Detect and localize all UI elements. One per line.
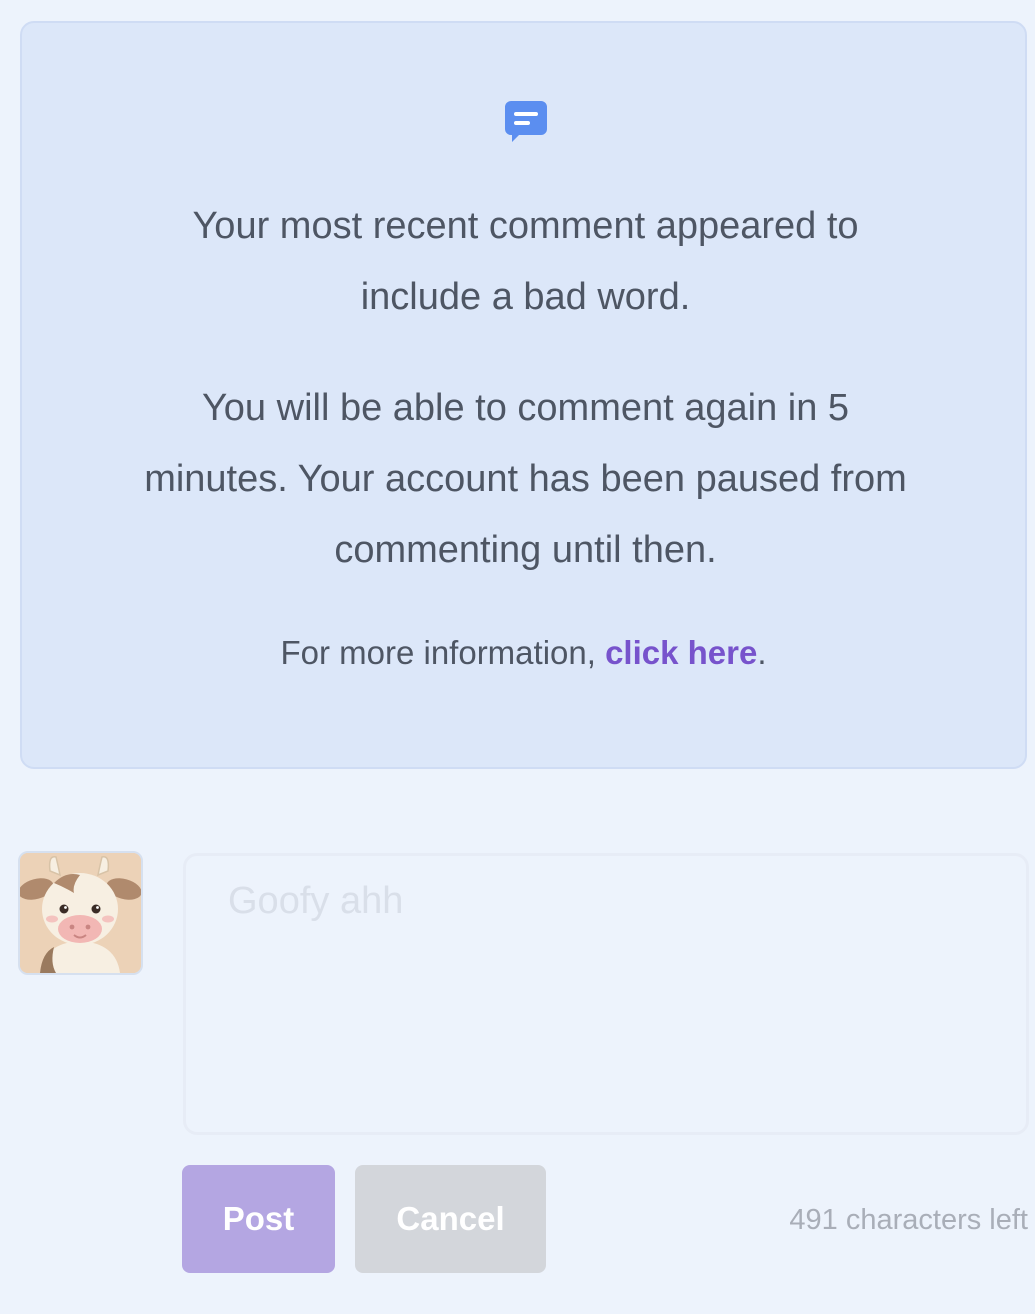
- notice-info-suffix: .: [757, 634, 767, 671]
- more-info-link[interactable]: click here: [605, 634, 757, 671]
- characters-left-counter: 491 characters left: [789, 1204, 1028, 1236]
- notice-info-prefix: For more information,: [280, 634, 606, 671]
- message-icon: [505, 101, 547, 143]
- cancel-button[interactable]: Cancel: [355, 1165, 546, 1273]
- notice-pause-message: You will be able to comment again in 5 m…: [144, 387, 907, 571]
- cow-avatar-icon: [20, 853, 141, 973]
- comment-input[interactable]: [183, 853, 1029, 1135]
- notice-message: Your most recent comment appeared to inc…: [192, 205, 859, 318]
- notice-info: For more information, click here.: [22, 633, 1025, 673]
- avatar: [18, 851, 143, 975]
- moderation-notice: Your most recent comment appeared to inc…: [20, 21, 1027, 769]
- post-button[interactable]: Post: [182, 1165, 335, 1273]
